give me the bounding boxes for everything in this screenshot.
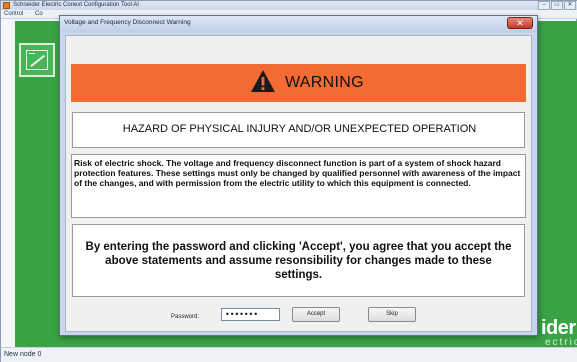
password-label: Password: [171,314,200,320]
app-close-button[interactable]: ✕ [564,1,576,10]
accept-statement: By entering the password and clicking 'A… [85,241,512,281]
close-icon: ✕ [516,18,524,28]
warning-dialog: Voltage and Frequency Disconnect Warning… [59,15,538,336]
accept-statement-box: By entering the password and clicking 'A… [72,224,525,297]
dialog-title: Voltage and Frequency Disconnect Warning [64,19,191,26]
risk-box: Risk of electric shock. The voltage and … [71,154,526,218]
dialog-close-button[interactable]: ✕ [507,17,533,29]
accept-button[interactable]: Accept [292,307,340,322]
hazard-heading: HAZARD OF PHYSICAL INJURY AND/OR UNEXPEC… [122,123,477,135]
app-logo-icon [3,2,10,9]
dialog-titlebar[interactable]: Voltage and Frequency Disconnect Warning… [60,16,537,32]
status-bar: New node 0 [1,347,577,362]
dialog-body: WARNING HAZARD OF PHYSICAL INJURY AND/OR… [65,35,532,332]
password-input[interactable] [221,308,280,321]
window-controls: – ▭ ✕ [538,1,576,10]
status-text: New node 0 [4,351,42,358]
menu-control[interactable]: Control [4,10,23,19]
device-tile[interactable] [19,43,55,77]
risk-text: Risk of electric shock. The voltage and … [74,158,521,188]
menu-co[interactable]: Co [35,10,43,19]
hazard-box: HAZARD OF PHYSICAL INJURY AND/OR UNEXPEC… [72,112,525,148]
app-titlebar: Schneider Electric Conext Configuration … [1,1,577,10]
maximize-button[interactable]: ▭ [551,1,563,10]
app-title: Schneider Electric Conext Configuration … [13,2,139,8]
warning-label: WARNING [285,74,364,91]
warning-triangle-icon [251,70,275,92]
inverter-icon [26,50,48,70]
skip-button[interactable]: Skip [368,307,416,322]
warning-banner: WARNING [71,64,526,102]
minimize-button[interactable]: – [538,1,550,10]
